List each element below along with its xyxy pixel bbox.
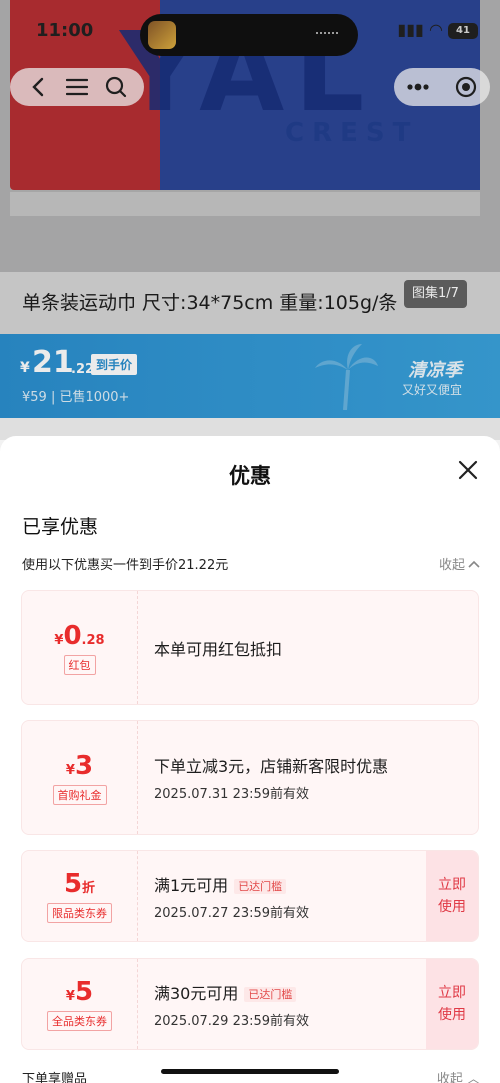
gift-heading: 下单享赠品 — [22, 1072, 88, 1083]
threshold-reached-badge: 已达门槛 — [244, 987, 297, 1002]
coupon-amount-area: 5折 限品类东券 — [22, 851, 138, 941]
chevron-up-icon — [468, 560, 480, 568]
coupon-amount: 5折 — [63, 869, 96, 899]
discount-sheet: 优惠 已享优惠 使用以下优惠买一件到手价21.22元 收起 ¥0.28 红包 本… — [0, 436, 500, 1083]
use-now-button[interactable]: 立即 使用 — [426, 959, 478, 1049]
coupon-validity: 2025.07.27 23:59前有效 — [154, 905, 310, 921]
coupon-validity: 2025.07.31 23:59前有效 — [154, 787, 310, 802]
coupon-amount-area: ¥5 全品类东券 — [22, 959, 138, 1049]
coupon-type-tag: 限品类东券 — [47, 903, 112, 923]
close-icon[interactable] — [454, 456, 482, 484]
sheet-title: 优惠 — [229, 464, 271, 488]
coupon-description: 满1元可用 已达门槛 — [154, 872, 426, 896]
coupon-info: 满1元可用 已达门槛 2025.07.27 23:59前有效 — [138, 851, 426, 941]
coupon-card[interactable]: ¥0.28 红包 本单可用红包抵扣 — [21, 590, 479, 705]
coupon-type-tag: 全品类东券 — [47, 1011, 112, 1031]
coupon-info: 下单立减3元，店铺新客限时优惠 2025.07.31 23:59前有效 — [138, 721, 478, 834]
coupon-type-tag: 红包 — [63, 654, 96, 675]
applied-discounts-summary: 使用以下优惠买一件到手价21.22元 — [22, 558, 229, 573]
coupon-description: 满30元可用 已达门槛 — [154, 980, 426, 1004]
applied-discounts-heading: 已享优惠 — [22, 516, 99, 538]
coupon-card[interactable]: 5折 限品类东券 满1元可用 已达门槛 2025.07.27 23:59前有效 立… — [21, 850, 479, 942]
threshold-reached-badge: 已达门槛 — [234, 879, 287, 894]
coupon-card[interactable]: ¥3 首购礼金 下单立减3元，店铺新客限时优惠 2025.07.31 23:59… — [21, 720, 479, 835]
coupon-amount: ¥0.28 — [54, 620, 105, 651]
coupon-amount-area: ¥3 首购礼金 — [22, 721, 138, 834]
use-now-button[interactable]: 立即 使用 — [426, 851, 478, 941]
modal-backdrop[interactable] — [0, 0, 500, 440]
home-indicator[interactable] — [161, 1069, 339, 1074]
coupon-info: 本单可用红包抵扣 — [138, 591, 478, 704]
coupon-amount: ¥3 — [65, 750, 94, 781]
coupon-amount-area: ¥0.28 红包 — [22, 591, 138, 704]
coupon-description: 本单可用红包抵扣 — [154, 639, 283, 659]
coupon-validity: 2025.07.29 23:59前有效 — [154, 1013, 310, 1029]
coupon-description: 下单立减3元，店铺新客限时优惠 — [154, 757, 389, 776]
coupon-info: 满30元可用 已达门槛 2025.07.29 23:59前有效 — [138, 959, 426, 1049]
collapse-toggle[interactable]: 收起 — [439, 554, 480, 573]
coupon-card[interactable]: ¥5 全品类东券 满30元可用 已达门槛 2025.07.29 23:59前有效 … — [21, 958, 479, 1050]
gift-collapse-toggle[interactable]: 收起 ︿ — [437, 1068, 480, 1083]
collapse-label: 收起 — [438, 558, 465, 573]
coupon-type-tag: 首购礼金 — [52, 784, 107, 805]
coupon-amount: ¥5 — [65, 977, 94, 1007]
